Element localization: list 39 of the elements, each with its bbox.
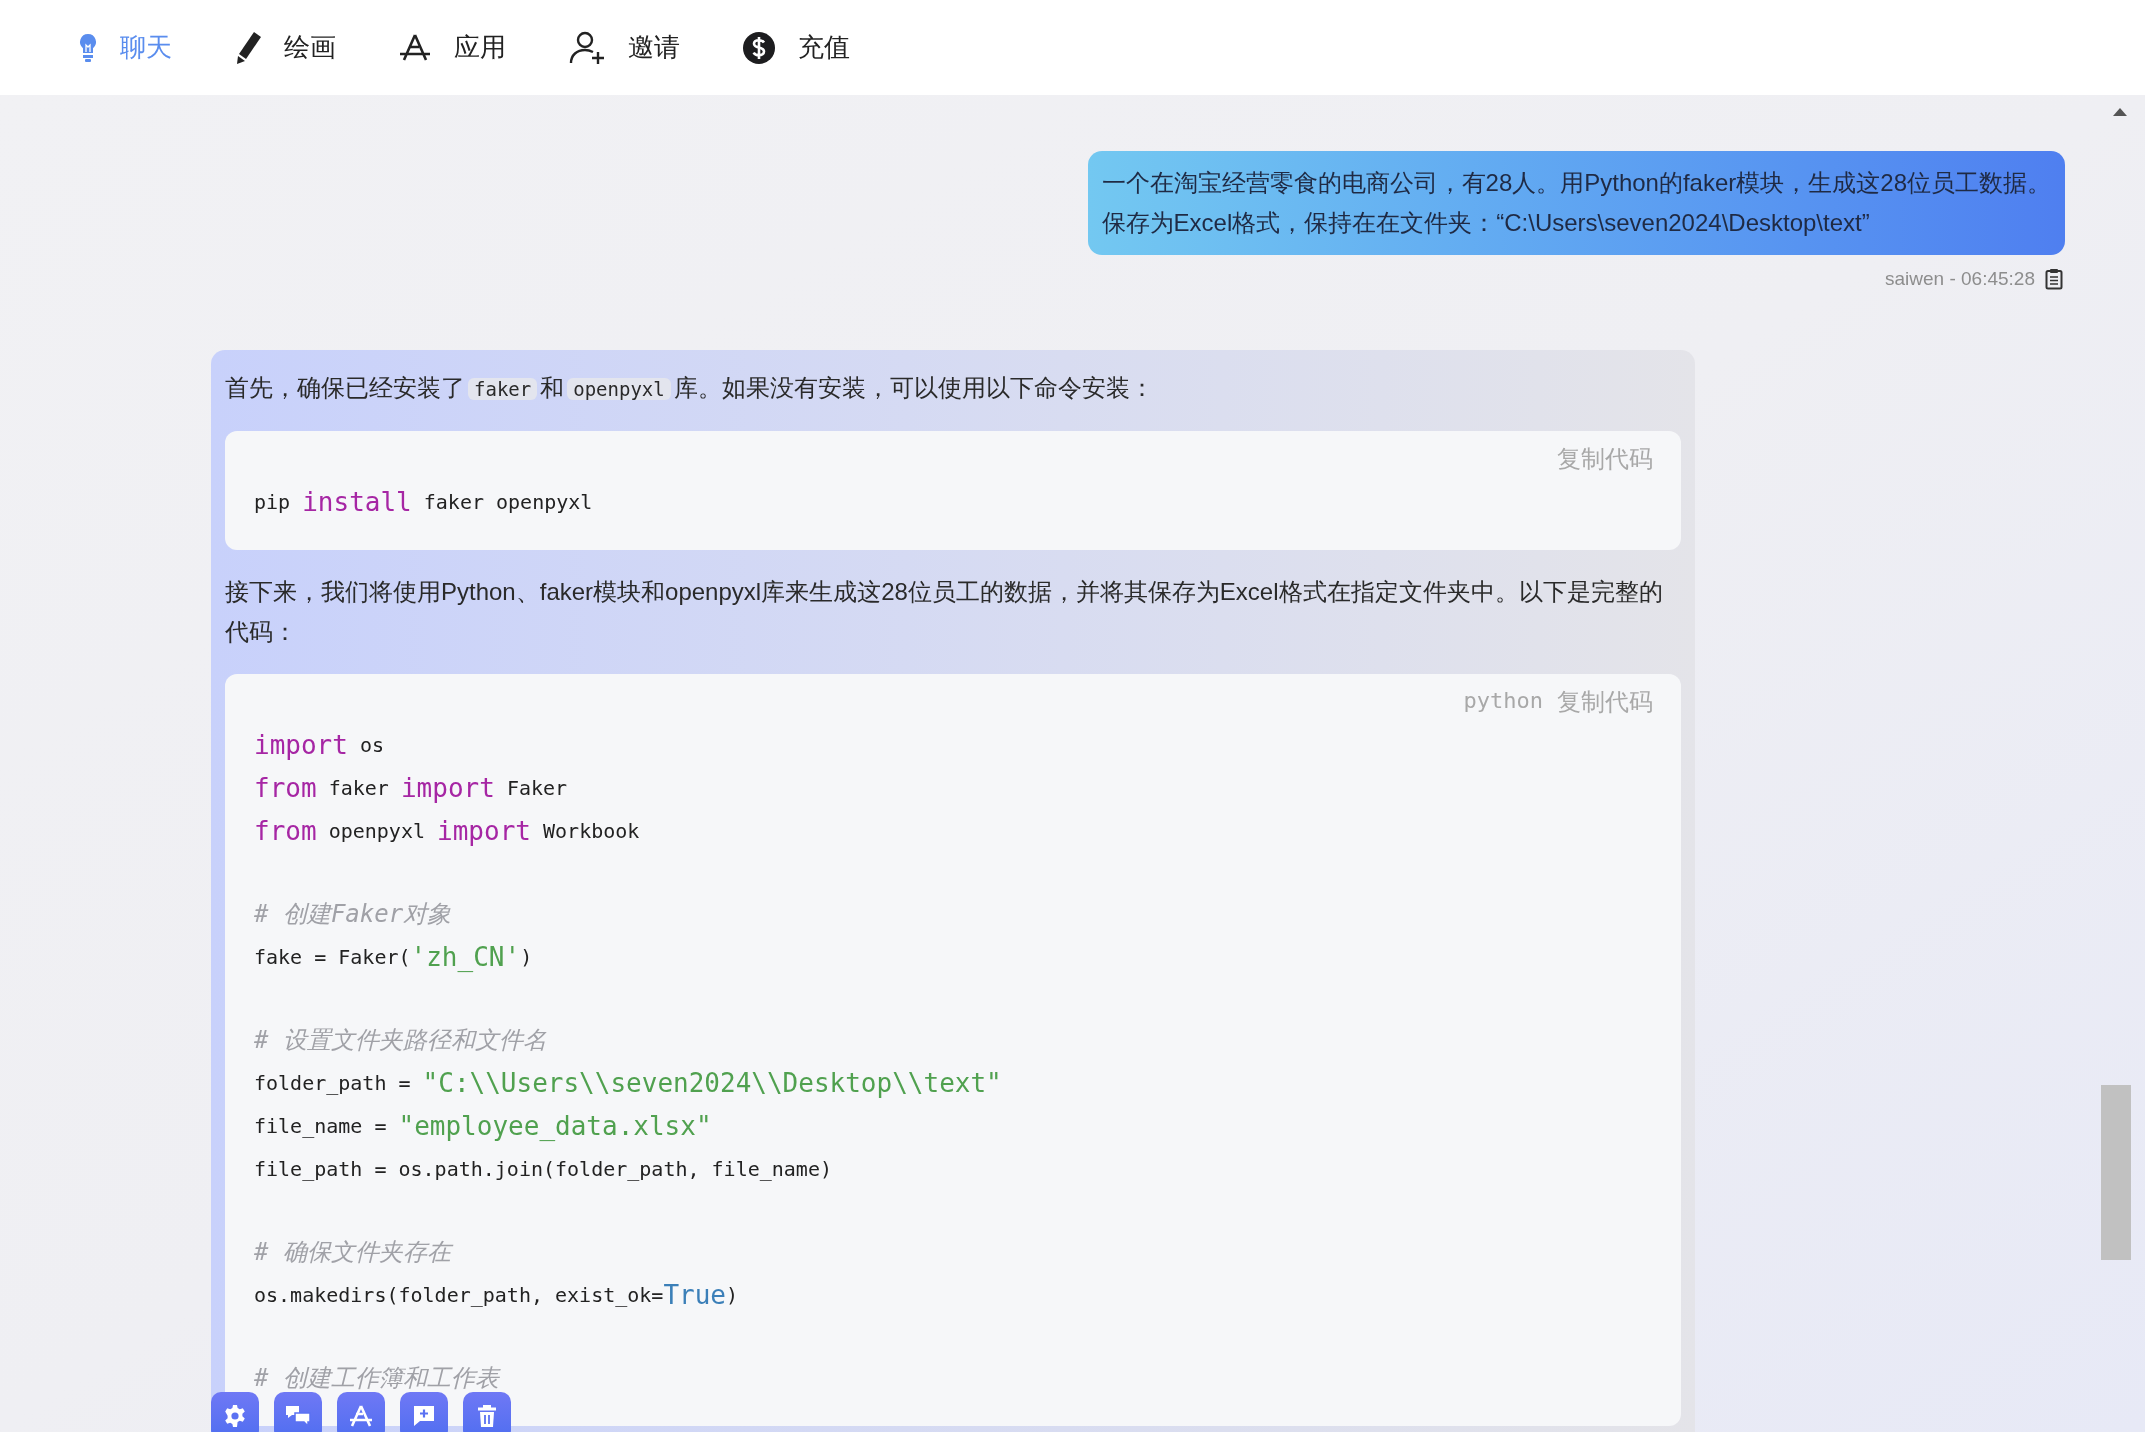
code-line: from faker import Faker xyxy=(254,771,569,805)
nav-tab[interactable]: 邀请 xyxy=(568,28,680,67)
nav-tab[interactable]: 绘画 xyxy=(234,28,336,67)
user-message-bubble: 一个在淘宝经营零食的电商公司，有28人。用Python的faker模块，生成这28位员工数据。 保存为Excel格式，保持在在文件夹：“C:\Users\seven2024\Desktop\text” xyxy=(1087,151,2065,255)
clipboard-icon[interactable] xyxy=(2045,268,2063,291)
code-line: file_name = "employee_data.xlsx" xyxy=(254,1109,713,1143)
compass-a-icon xyxy=(398,32,432,63)
person-add-icon xyxy=(568,29,606,66)
gear-icon xyxy=(223,1404,247,1428)
dollar-coin-icon xyxy=(742,30,776,65)
pencil-icon xyxy=(234,30,262,65)
code-line: # 确保文件夹存在 xyxy=(254,1230,1653,1274)
code-line: # 创建工作簿和工作表 xyxy=(254,1363,502,1394)
code-line: import os xyxy=(254,728,386,762)
code-line: pip install faker openpyxl xyxy=(254,485,594,519)
code-line: # 创建Faker对象 xyxy=(254,899,453,930)
code-line: os.makedirs(folder_path, exist_ok=True) xyxy=(254,1278,740,1312)
message-paragraph: 首先，确保已经安装了 faker 和 openpyxl 库。如果没有安装，可以使用以下命令安装： xyxy=(225,372,1155,403)
compass-a-icon xyxy=(348,1404,374,1428)
code-line: fake = Faker('zh_CN') xyxy=(254,940,534,974)
scroll-up-arrow-icon[interactable] xyxy=(2112,107,2128,117)
message-paragraph: 接下来，我们将使用Python、faker模块和openpyxl库来生成这28位员工的数据，并将其保存为Excel格式在指定文件夹中。以下是完整的代码： xyxy=(225,576,1664,647)
code-language-label: python xyxy=(1463,686,1543,715)
lightbulb-icon xyxy=(78,32,98,63)
new-chat-button[interactable] xyxy=(400,1392,448,1432)
conversations-button[interactable] xyxy=(274,1392,322,1432)
code-line: from openpyxl import Workbook xyxy=(254,814,641,848)
code-line: # 设置文件夹路径和文件名 xyxy=(254,1025,548,1056)
nav-tab[interactable]: 充值 xyxy=(742,28,850,67)
apps-button[interactable] xyxy=(337,1392,385,1432)
delete-button[interactable] xyxy=(463,1392,511,1432)
chat-plus-icon xyxy=(412,1404,436,1428)
nav-tab[interactable]: 应用 xyxy=(398,28,506,67)
code-line: file_path = os.path.join(folder_path, file_name) xyxy=(254,1156,833,1183)
code-line: folder_path = "C:\\Users\\seven2024\\Desktop\\text" xyxy=(254,1066,1003,1100)
scrollbar-thumb[interactable] xyxy=(2101,1085,2131,1260)
message-meta: saiwen - 06:45:28 xyxy=(1885,267,2035,291)
trash-icon xyxy=(477,1404,497,1428)
settings-button[interactable] xyxy=(211,1392,259,1432)
